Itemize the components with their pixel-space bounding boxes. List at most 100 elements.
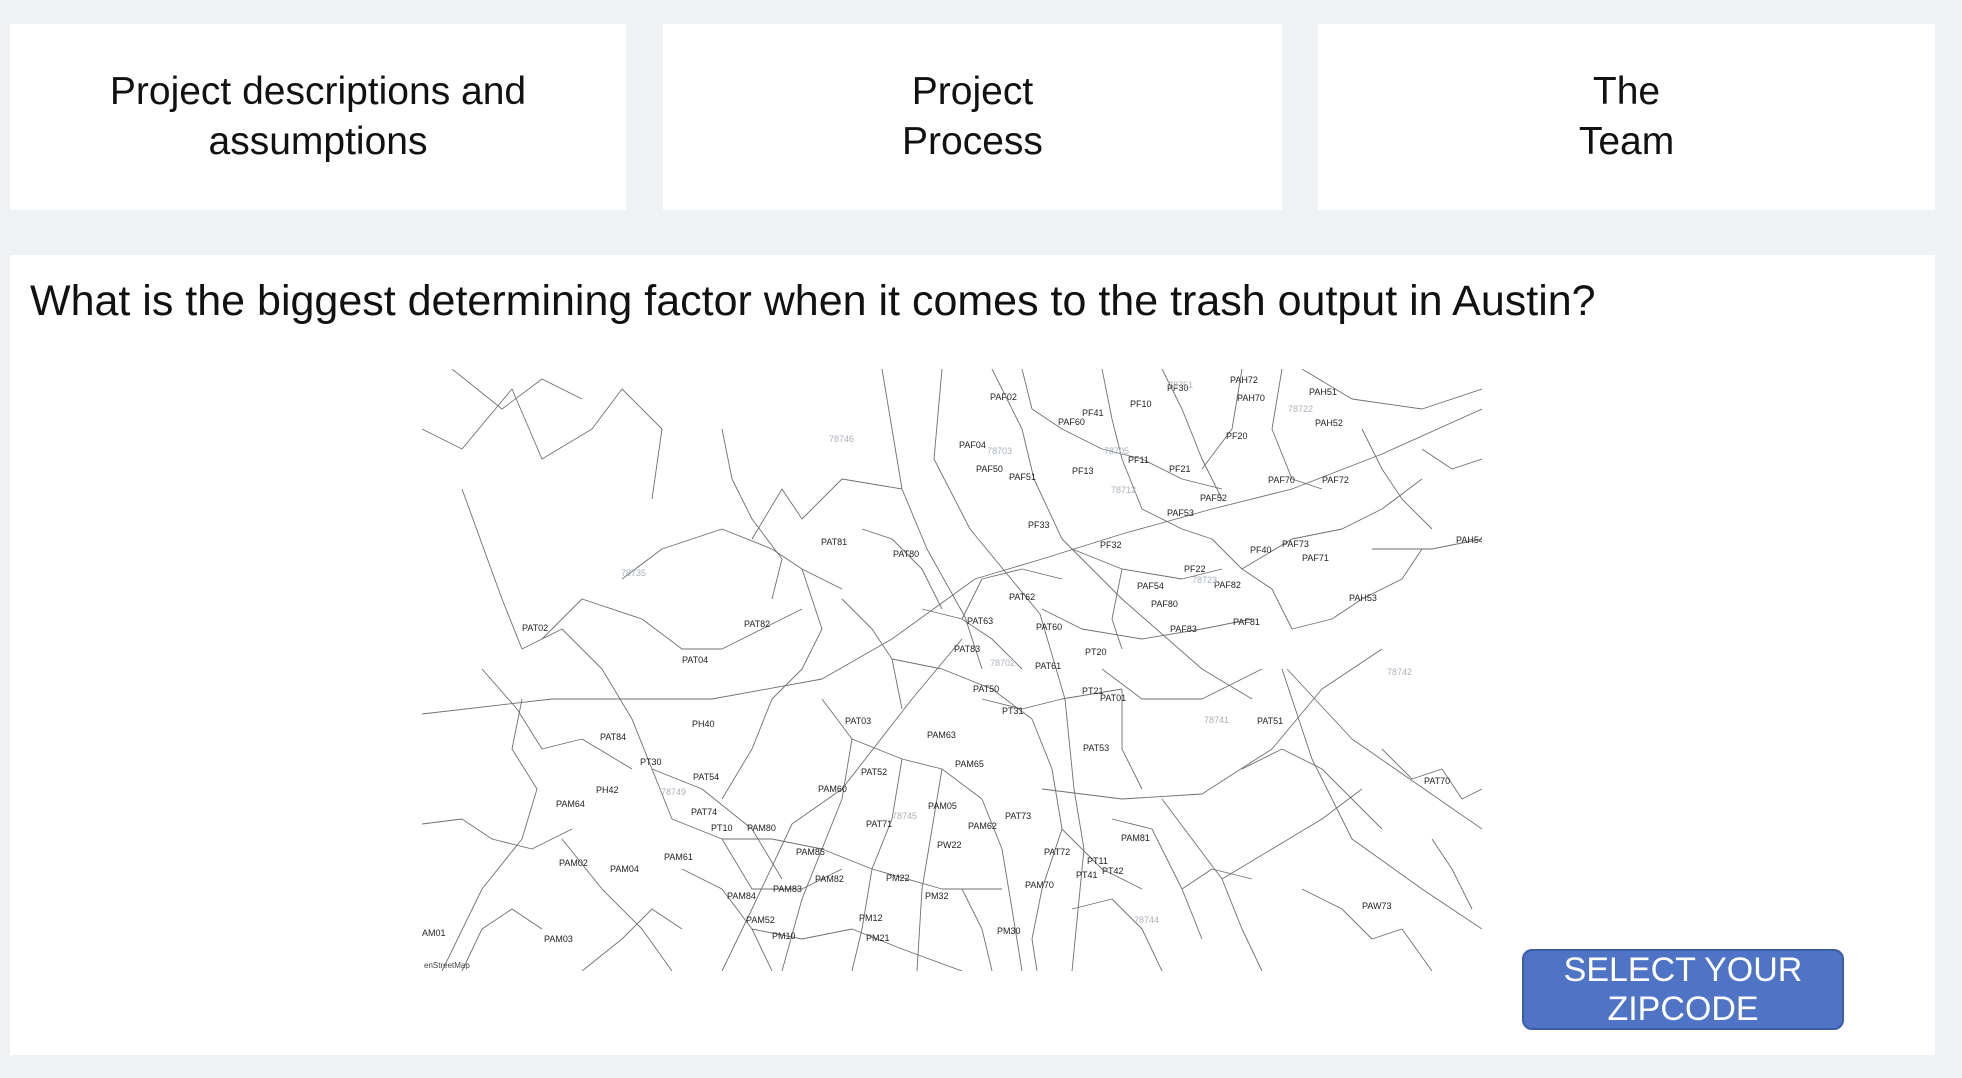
route-label-paf80: PAF80 [1151, 599, 1178, 609]
nav-card-label: Project descriptions and assumptions [109, 70, 527, 163]
route-label-pam65: PAM65 [955, 759, 984, 769]
nav-card-project-process[interactable]: Project Process [663, 24, 1282, 210]
route-label-paw73: PAW73 [1362, 901, 1392, 911]
route-label-pt30: PT30 [640, 757, 662, 767]
route-label-pat83: PAT83 [954, 644, 980, 654]
route-label-pt41: PT41 [1076, 870, 1098, 880]
route-label-pm30: PM30 [997, 926, 1021, 936]
route-label-pam64: PAM64 [556, 799, 585, 809]
route-label-paf73: PAF73 [1282, 539, 1309, 549]
route-label-pam03: PAM03 [544, 934, 573, 944]
route-label-pat54: PAT54 [693, 772, 719, 782]
route-label-pam85: PAM85 [796, 847, 825, 857]
route-label-pf11: PF11 [1128, 455, 1149, 465]
route-label-pt10: PT10 [711, 823, 733, 833]
route-label-paf71: PAF71 [1302, 553, 1329, 563]
route-label-pat53: PAT53 [1083, 743, 1109, 753]
nav-card-label: The Team [1578, 70, 1675, 163]
zip-label-78703: 78703 [987, 446, 1012, 456]
route-label-am01: AM01 [422, 928, 446, 938]
route-label-ph40: PH40 [692, 719, 715, 729]
austin-route-map[interactable]: PAF02PF30PAH72PAH70PAH51PF10PF41PAF60 PAH… [422, 369, 1482, 971]
route-label-pat81: PAT81 [821, 537, 847, 547]
zip-label-78712: 78712 [1111, 485, 1136, 495]
route-label-pam61: PAM61 [664, 852, 693, 862]
route-label-pah70: PAH70 [1237, 393, 1265, 403]
route-label-pf22: PF22 [1184, 564, 1206, 574]
route-label-pam60: PAM60 [818, 784, 847, 794]
route-label-pw22: PW22 [937, 840, 962, 850]
route-label-paf82: PAF82 [1214, 580, 1241, 590]
route-label-pt31: PT31 [1002, 706, 1024, 716]
route-label-pam70: PAM70 [1025, 880, 1054, 890]
route-label-pat62: PAT62 [1009, 592, 1035, 602]
route-label-ph42: PH42 [596, 785, 619, 795]
zip-label-78702: 78702 [990, 658, 1015, 668]
route-label-pah52: PAH52 [1315, 418, 1343, 428]
route-label-paf81: PAF81 [1233, 617, 1260, 627]
route-label-pf20: PF20 [1226, 431, 1248, 441]
route-label-pam52: PAM52 [746, 915, 775, 925]
route-label-pf13: PF13 [1072, 466, 1094, 476]
route-label-pat61: PAT61 [1035, 661, 1061, 671]
route-label-pf40: PF40 [1250, 545, 1272, 555]
route-label-pt11: PT11 [1087, 856, 1108, 866]
route-label-pat50: PAT50 [973, 684, 999, 694]
zip-label-78744: 78744 [1134, 915, 1159, 925]
route-label-paf83: PAF83 [1170, 624, 1197, 634]
route-label-pat71: PAT71 [866, 819, 892, 829]
route-label-pat04: PAT04 [682, 655, 708, 665]
route-label-pat51: PAT51 [1257, 716, 1283, 726]
select-zipcode-button[interactable]: SELECT YOUR ZIPCODE [1522, 949, 1844, 1030]
route-label-pah54: PAH54 [1456, 535, 1482, 545]
route-label-pf10: PF10 [1130, 399, 1152, 409]
route-label-pt42: PT42 [1102, 866, 1124, 876]
route-label-pat72: PAT72 [1044, 847, 1070, 857]
route-label-paf02: PAF02 [990, 392, 1017, 402]
route-label-pat82: PAT82 [744, 619, 770, 629]
zip-label-78735: 78735 [621, 568, 646, 578]
route-label-pm10: PM10 [772, 931, 796, 941]
nav-card-project-descriptions[interactable]: Project descriptions and assumptions [10, 24, 626, 210]
nav-card-the-team[interactable]: The Team [1318, 24, 1935, 210]
route-label-pat01: PAT01 [1100, 693, 1126, 703]
route-label-paf50: PAF50 [976, 464, 1003, 474]
route-label-pam63: PAM63 [927, 730, 956, 740]
route-label-pat02: PAT02 [522, 623, 548, 633]
route-label-pf21: PF21 [1169, 464, 1191, 474]
route-label-pah53: PAH53 [1349, 593, 1377, 603]
route-label-pat80: PAT80 [893, 549, 919, 559]
route-label-pam62: PAM62 [968, 821, 997, 831]
route-label-pat74: PAT74 [691, 807, 717, 817]
route-label-pm22: PM22 [886, 873, 910, 883]
route-label-paf53: PAF53 [1167, 508, 1194, 518]
route-label-pat63: PAT63 [967, 616, 993, 626]
route-label-pat84: PAT84 [600, 732, 626, 742]
route-label-pah51: PAH51 [1309, 387, 1337, 397]
route-label-paf72: PAF72 [1322, 475, 1349, 485]
page-question: What is the biggest determining factor w… [30, 277, 1596, 325]
route-label-pm32: PM32 [925, 891, 949, 901]
route-label-pam81: PAM81 [1121, 833, 1150, 843]
zip-label-78751: 78751 [1168, 380, 1193, 390]
route-label-pam84: PAM84 [727, 891, 756, 901]
zip-label-78746: 78746 [829, 434, 854, 444]
zip-label-78742: 78742 [1387, 667, 1412, 677]
route-label-pam82: PAM82 [815, 874, 844, 884]
zip-label-78723: 78723 [1192, 575, 1217, 585]
route-label-pt20: PT20 [1085, 647, 1107, 657]
route-label-paf52: PAF52 [1200, 493, 1227, 503]
main-panel: What is the biggest determining factor w… [10, 255, 1935, 1055]
route-label-pf41: PF41 [1082, 408, 1104, 418]
route-label-pm21: PM21 [866, 933, 890, 943]
route-label-paf04: PAF04 [959, 440, 986, 450]
nav-card-label: Project Process [902, 70, 1043, 163]
route-label-pah72: PAH72 [1230, 375, 1258, 385]
route-label-pat73: PAT73 [1005, 811, 1031, 821]
route-label-pm12: PM12 [859, 913, 883, 923]
route-label-pat52: PAT52 [861, 767, 887, 777]
route-label-pam04: PAM04 [610, 864, 639, 874]
route-label-pam80: PAM80 [747, 823, 776, 833]
zip-label-78741: 78741 [1204, 715, 1229, 725]
route-label-pat60: PAT60 [1036, 622, 1062, 632]
